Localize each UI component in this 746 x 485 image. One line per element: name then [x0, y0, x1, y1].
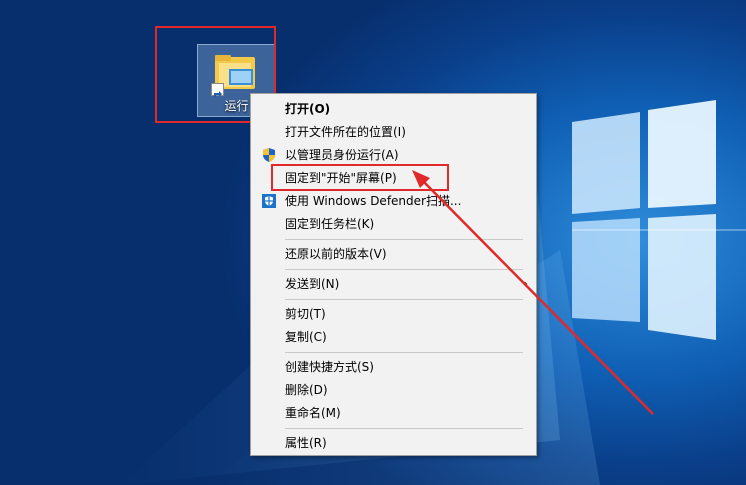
menu-separator [285, 352, 523, 353]
menu-item-run-as-admin[interactable]: 以管理员身份运行(A) [253, 144, 534, 166]
uac-shield-icon [263, 148, 275, 162]
menu-item-label: 使用 Windows Defender扫描... [285, 194, 462, 208]
menu-item-properties[interactable]: 属性(R) [253, 432, 534, 454]
menu-item-restore-versions[interactable]: 还原以前的版本(V) [253, 243, 534, 265]
menu-item-label: 创建快捷方式(S) [285, 360, 374, 374]
menu-item-label: 固定到任务栏(K) [285, 217, 375, 231]
menu-item-label: 还原以前的版本(V) [285, 247, 387, 261]
menu-item-create-shortcut[interactable]: 创建快捷方式(S) [253, 356, 534, 378]
menu-item-label: 属性(R) [285, 436, 327, 450]
menu-item-label: 以管理员身份运行(A) [285, 148, 399, 162]
context-menu: 打开(O) 打开文件所在的位置(I) 以管理员身份运行(A) 固定到"开始"屏幕… [250, 93, 537, 456]
menu-item-delete[interactable]: 删除(D) [253, 379, 534, 401]
pin-to-start-highlight-annotation [271, 164, 449, 191]
menu-item-label: 重命名(M) [285, 406, 341, 420]
menu-item-defender-scan[interactable]: 使用 Windows Defender扫描... [253, 190, 534, 212]
menu-separator [285, 269, 523, 270]
menu-item-open-location[interactable]: 打开文件所在的位置(I) [253, 121, 534, 143]
menu-item-label: 发送到(N) [285, 277, 340, 291]
menu-item-open[interactable]: 打开(O) [253, 98, 534, 120]
menu-item-label: 打开(O) [285, 102, 331, 116]
menu-item-label: 删除(D) [285, 383, 328, 397]
chevron-right-icon: › [523, 277, 528, 290]
defender-icon [262, 194, 276, 208]
menu-separator [285, 239, 523, 240]
menu-item-label: 剪切(T) [285, 307, 326, 321]
menu-item-copy[interactable]: 复制(C) [253, 326, 534, 348]
menu-separator [285, 428, 523, 429]
menu-separator [285, 299, 523, 300]
menu-item-rename[interactable]: 重命名(M) [253, 402, 534, 424]
menu-item-label: 复制(C) [285, 330, 327, 344]
menu-item-send-to[interactable]: 发送到(N) › [253, 273, 534, 295]
menu-item-cut[interactable]: 剪切(T) [253, 303, 534, 325]
menu-item-label: 打开文件所在的位置(I) [285, 125, 406, 139]
menu-item-pin-to-taskbar[interactable]: 固定到任务栏(K) [253, 213, 534, 235]
